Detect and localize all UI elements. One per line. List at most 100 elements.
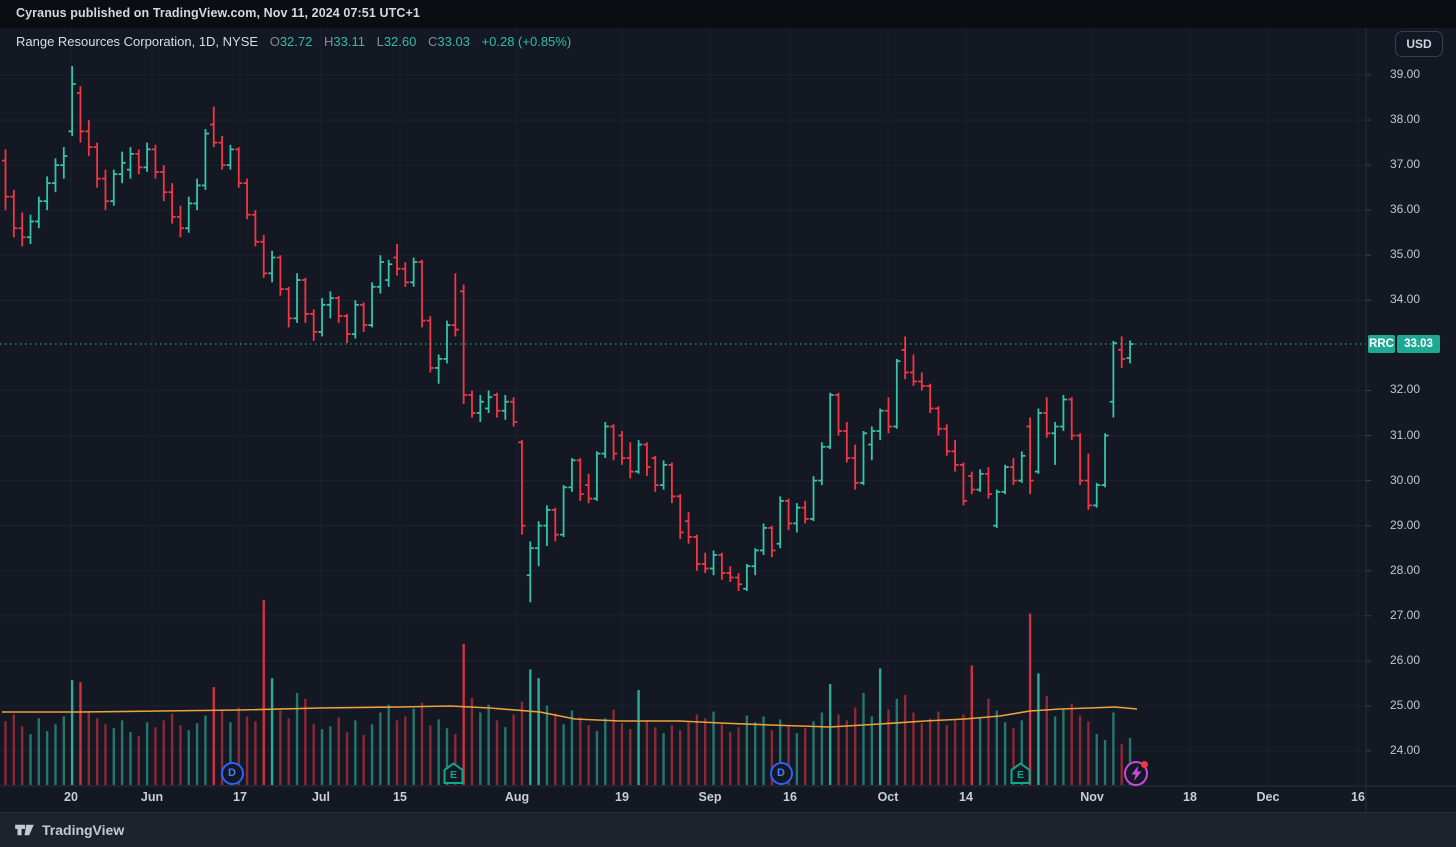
- time-axis-label[interactable]: 14: [959, 790, 973, 804]
- time-axis-label[interactable]: 19: [615, 790, 629, 804]
- dividend-marker-icon[interactable]: D: [220, 761, 244, 785]
- time-axis-label[interactable]: 16: [1351, 790, 1365, 804]
- price-bar: [726, 566, 734, 583]
- time-axis-label[interactable]: 15: [393, 790, 407, 804]
- price-axis-label[interactable]: 24.00: [1390, 743, 1420, 757]
- price-bar: [926, 383, 934, 414]
- time-axis-label[interactable]: Jun: [141, 790, 163, 804]
- price-axis-label[interactable]: 31.00: [1390, 428, 1420, 442]
- time-axis-label[interactable]: 17: [233, 790, 247, 804]
- price-bar: [776, 496, 784, 549]
- volume-bar: [928, 718, 932, 785]
- price-bar: [1018, 451, 1026, 483]
- price-bar: [993, 489, 1001, 528]
- tradingview-link[interactable]: TradingView: [14, 813, 124, 847]
- price-axis-label[interactable]: 29.00: [1390, 518, 1420, 532]
- volume-bar: [295, 692, 299, 785]
- price-bar: [435, 354, 443, 384]
- price-bar: [643, 442, 651, 477]
- price-bar: [1093, 482, 1101, 508]
- price-axis-label[interactable]: 39.00: [1390, 67, 1420, 81]
- price-axis-label[interactable]: 36.00: [1390, 202, 1420, 216]
- time-axis-label[interactable]: Sep: [699, 790, 722, 804]
- price-bar: [585, 473, 593, 504]
- price-axis-label[interactable]: 32.00: [1390, 382, 1420, 396]
- time-axis-label[interactable]: 20: [64, 790, 78, 804]
- time-axis-label[interactable]: Aug: [505, 790, 529, 804]
- price-bar: [10, 189, 18, 238]
- volume-bar: [987, 698, 990, 785]
- flash-marker-icon[interactable]: [1124, 760, 1148, 786]
- price-bar: [951, 440, 959, 472]
- footer-bar: TradingView: [0, 812, 1456, 847]
- price-axis-label[interactable]: 28.00: [1390, 563, 1420, 577]
- price-axis-label[interactable]: 34.00: [1390, 292, 1420, 306]
- price-bar: [110, 169, 118, 206]
- price-bar: [801, 500, 809, 524]
- volume-bar: [354, 720, 357, 785]
- volume-bar: [579, 717, 582, 785]
- volume-bar: [903, 694, 907, 785]
- price-axis-label[interactable]: 25.00: [1390, 698, 1420, 712]
- volume-bar: [245, 716, 249, 785]
- volume-bar: [104, 724, 107, 785]
- price-axis-label[interactable]: 35.00: [1390, 247, 1420, 261]
- price-bar: [401, 262, 409, 287]
- dividend-marker-icon[interactable]: D: [769, 761, 793, 785]
- price-bar: [485, 390, 493, 414]
- time-axis-label[interactable]: Nov: [1080, 790, 1104, 804]
- price-bar: [743, 563, 751, 592]
- volume-bar: [1120, 743, 1123, 785]
- price-bar: [185, 196, 193, 233]
- price-bar: [101, 169, 110, 211]
- volume-bar: [1112, 712, 1115, 785]
- volume-bar: [204, 715, 207, 785]
- price-axis-label[interactable]: 27.00: [1390, 608, 1420, 622]
- symbol-legend: Range Resources Corporation, 1D, NYSE O3…: [16, 34, 571, 49]
- time-axis-label[interactable]: Oct: [878, 790, 899, 804]
- volume-bar: [279, 710, 282, 785]
- legend-title[interactable]: Range Resources Corporation, 1D, NYSE: [16, 34, 258, 49]
- chart-canvas[interactable]: [0, 28, 1456, 812]
- close-value: 33.03: [437, 34, 470, 49]
- earnings-marker-icon[interactable]: E: [441, 761, 465, 785]
- price-bar: [793, 503, 801, 533]
- volume-bar: [1070, 703, 1073, 785]
- volume-bar: [1062, 709, 1065, 785]
- volume-bar: [570, 710, 574, 785]
- volume-bar: [887, 709, 890, 785]
- volume-bar: [978, 717, 982, 785]
- volume-bar: [187, 730, 190, 785]
- time-axis-label[interactable]: Dec: [1257, 790, 1280, 804]
- earnings-marker-icon[interactable]: E: [1008, 761, 1032, 785]
- volume-bar: [420, 702, 424, 785]
- time-axis-label[interactable]: 16: [783, 790, 797, 804]
- price-bar: [18, 212, 26, 247]
- change-value: +0.28 (+0.85%): [481, 34, 572, 49]
- volume-bar: [562, 724, 565, 785]
- publisher-text: Cyranus published on TradingView.com, No…: [16, 6, 420, 20]
- volume-bar: [920, 723, 923, 785]
- price-axis-label[interactable]: 37.00: [1390, 157, 1420, 171]
- price-bar: [734, 572, 743, 592]
- price-axis-label[interactable]: 26.00: [1390, 653, 1420, 667]
- time-axis-label[interactable]: 18: [1183, 790, 1197, 804]
- price-bar: [834, 392, 843, 436]
- price-bar: [668, 462, 676, 504]
- currency-button[interactable]: USD: [1395, 31, 1443, 57]
- price-axis-label[interactable]: 30.00: [1390, 473, 1420, 487]
- price-bar: [535, 521, 543, 567]
- dividend-circle-icon: D: [769, 761, 793, 785]
- price-bar: [526, 541, 534, 603]
- volume-bar: [270, 678, 274, 785]
- price-bar: [510, 397, 518, 427]
- price-bar: [568, 458, 576, 492]
- chart-pane[interactable]: Range Resources Corporation, 1D, NYSE O3…: [0, 28, 1456, 812]
- time-axis-label[interactable]: Jul: [312, 790, 330, 804]
- volume-bar: [37, 718, 41, 785]
- volume-bar: [304, 698, 307, 785]
- volume-bar: [362, 735, 365, 785]
- price-bar: [1118, 336, 1126, 368]
- volume-bar: [595, 731, 599, 785]
- price-axis-label[interactable]: 38.00: [1390, 112, 1420, 126]
